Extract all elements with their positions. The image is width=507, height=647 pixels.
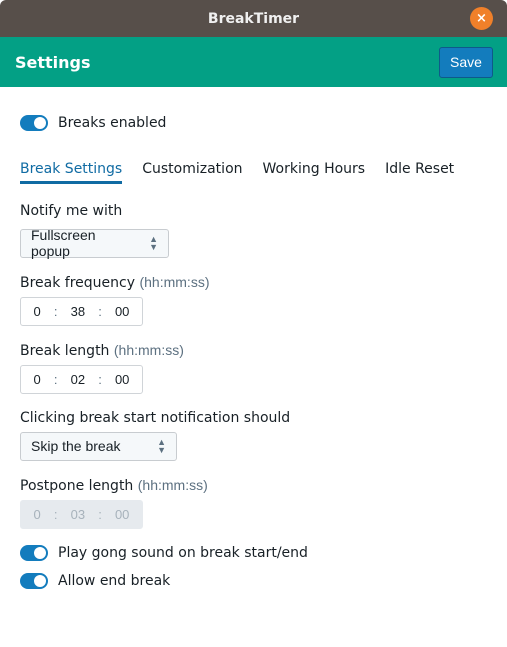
seconds-field[interactable]: 00 — [115, 372, 129, 387]
tab-bar: Break Settings Customization Working Hou… — [20, 161, 487, 184]
hours-field: 0 — [33, 506, 41, 522]
page-title: Settings — [15, 52, 91, 72]
postpone-input: 0: 03: 00 — [20, 499, 143, 529]
frequency-input[interactable]: 0: 38: 00 — [20, 296, 143, 326]
gong-toggle[interactable]: Play gong sound on break start/end — [20, 542, 487, 564]
seconds-field[interactable]: 00 — [115, 304, 129, 319]
length-label: Break length (hh:mm:ss) — [20, 341, 184, 359]
frequency-label: Break frequency (hh:mm:ss) — [20, 273, 210, 291]
toggle-switch-icon[interactable] — [20, 572, 48, 589]
toggle-label: Play gong sound on break start/end — [58, 544, 308, 561]
toggle-switch-icon[interactable] — [20, 115, 48, 131]
click-action-select[interactable]: Skip the break ▲ ▼ — [20, 431, 177, 461]
minutes-field[interactable]: 38 — [71, 304, 85, 319]
select-arrows-icon: ▲ ▼ — [149, 234, 158, 252]
tab-customization[interactable]: Customization — [142, 161, 242, 184]
notify-label: Notify me with — [20, 203, 123, 219]
hours-field[interactable]: 0 — [34, 304, 41, 319]
length-input[interactable]: 0: 02: 00 — [20, 364, 143, 394]
select-value: Skip the break — [31, 438, 121, 454]
close-icon[interactable]: × — [470, 7, 493, 30]
minutes-field: 03 — [70, 506, 86, 522]
minutes-field[interactable]: 02 — [71, 372, 85, 387]
breaks-enabled-toggle[interactable]: Breaks enabled — [20, 112, 487, 134]
tab-idle-reset[interactable]: Idle Reset — [385, 161, 454, 184]
toggle-label: Allow end break — [58, 572, 171, 589]
tab-working-hours[interactable]: Working Hours — [263, 161, 366, 184]
end-break-toggle[interactable]: Allow end break — [20, 570, 487, 592]
select-value: Fullscreen popup — [31, 227, 96, 259]
postpone-label: Postpone length (hh:mm:ss) — [20, 476, 208, 494]
window-titlebar: BreakTimer × — [0, 0, 507, 37]
header: Settings Save — [0, 37, 507, 87]
tab-break-settings[interactable]: Break Settings — [20, 161, 123, 184]
seconds-field: 00 — [114, 506, 130, 522]
save-button[interactable]: Save — [439, 46, 493, 78]
hours-field[interactable]: 0 — [34, 372, 41, 387]
click-action-label: Clicking break start notification should — [20, 409, 291, 426]
window-title: BreakTimer — [207, 10, 300, 27]
toggle-label: Breaks enabled — [58, 115, 167, 131]
notify-select[interactable]: Fullscreen popup ▲ ▼ — [20, 227, 169, 259]
toggle-switch-icon[interactable] — [20, 544, 48, 561]
select-arrows-icon: ▲ ▼ — [157, 437, 166, 455]
